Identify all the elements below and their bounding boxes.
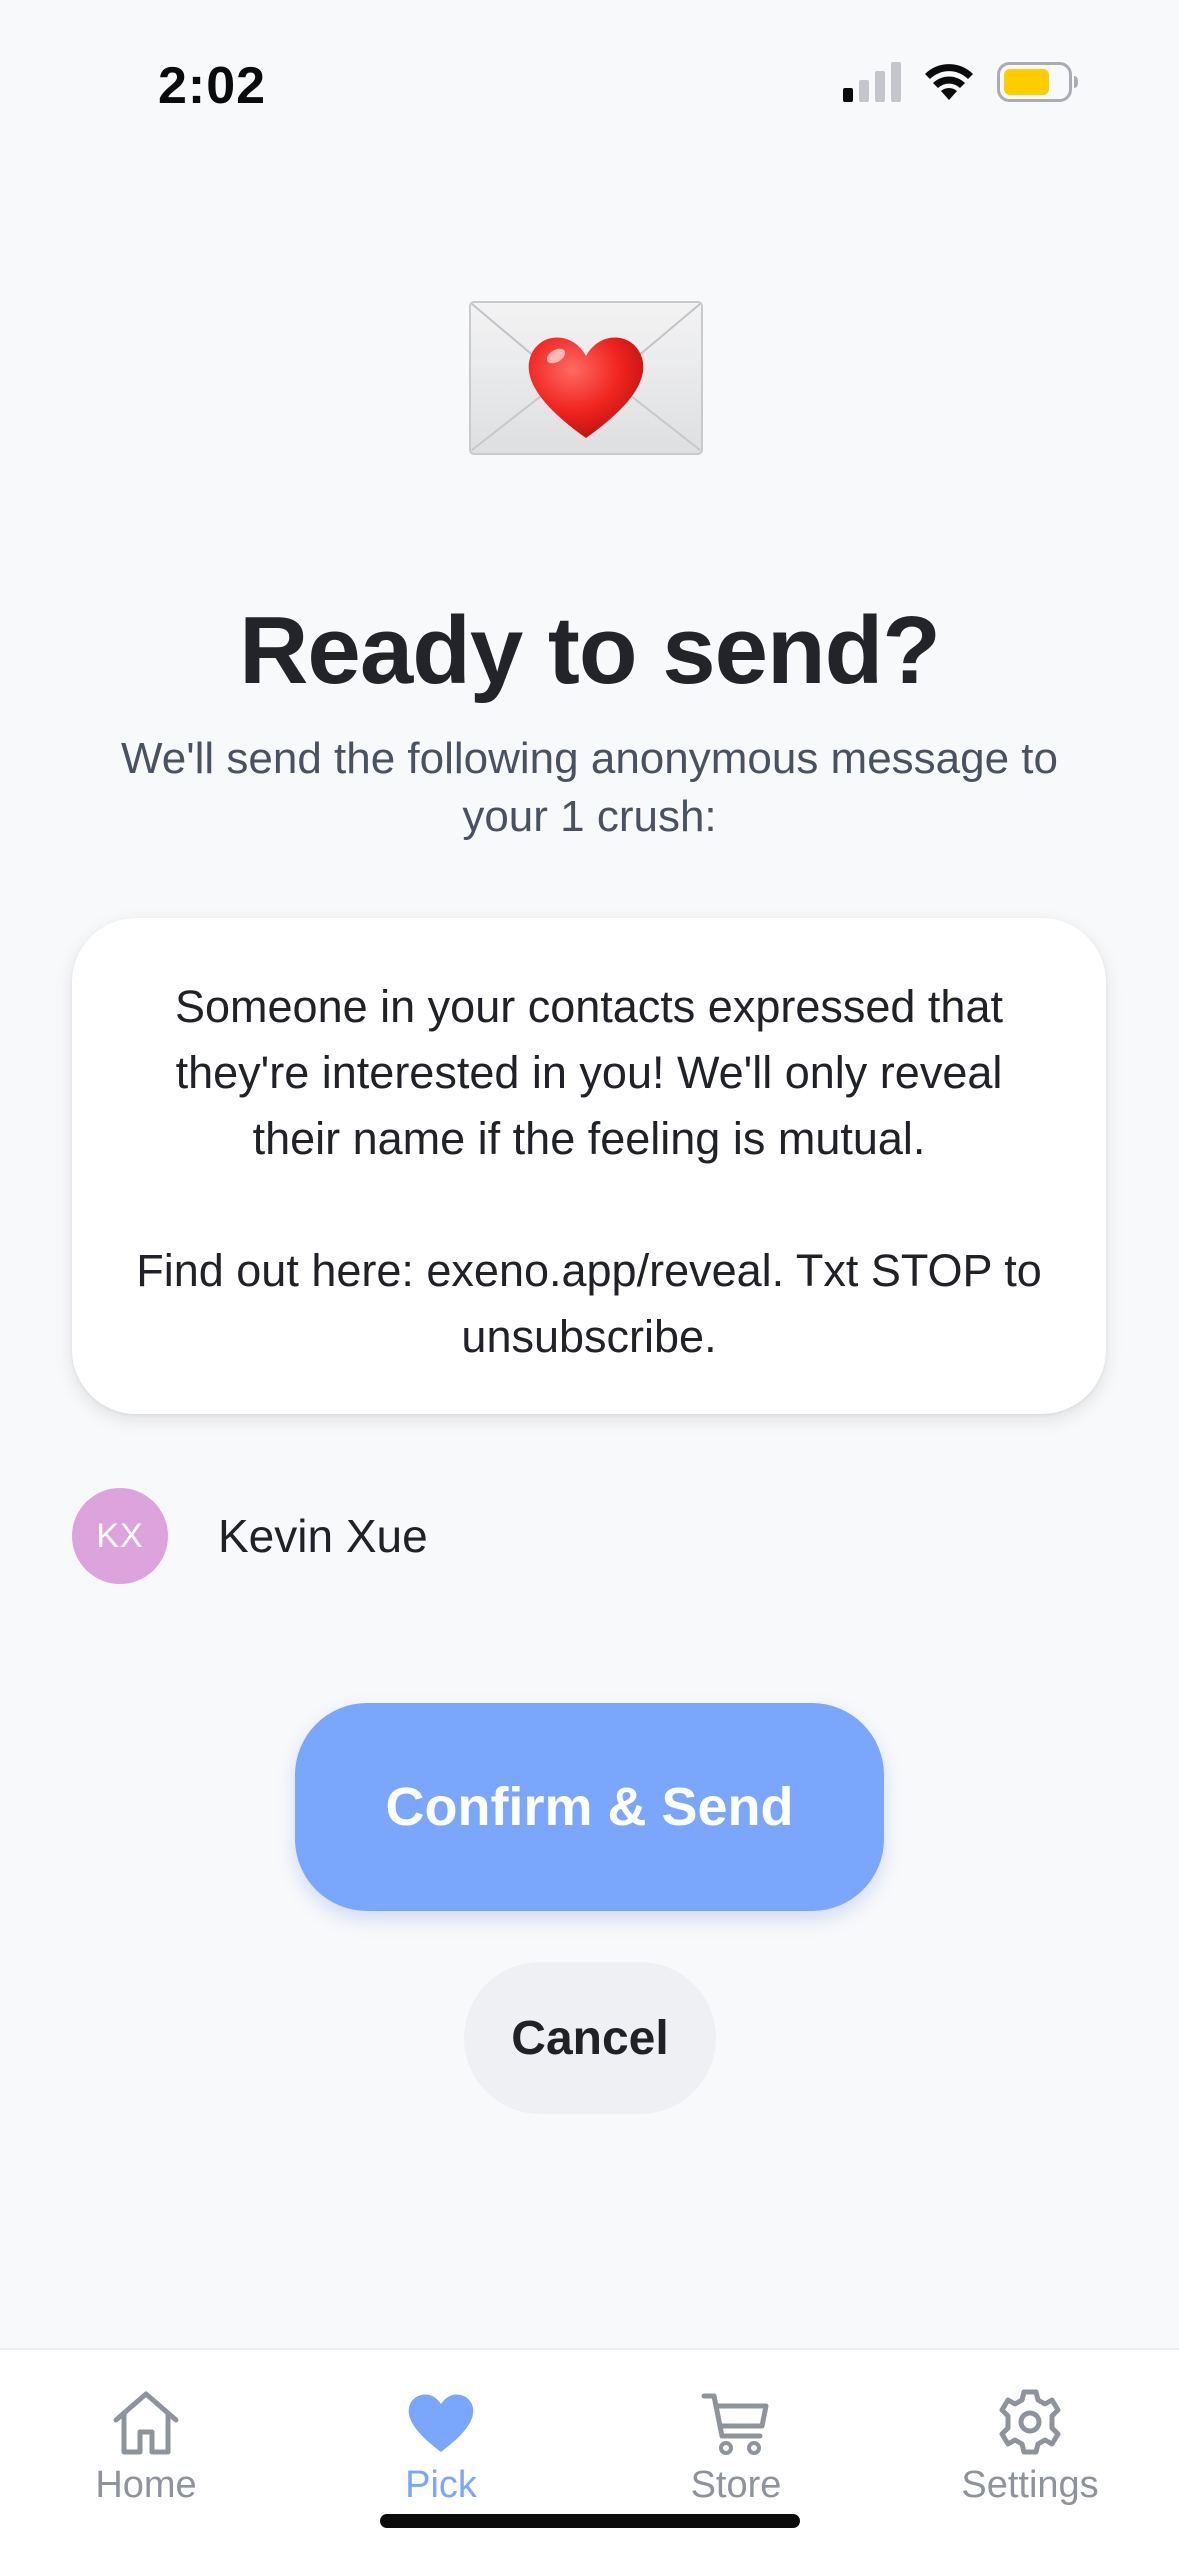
- recipient-name: Kevin Xue: [218, 1510, 428, 1562]
- love-letter-icon: [468, 300, 704, 456]
- tab-pick[interactable]: Pick: [341, 2386, 541, 2507]
- wifi-icon: [925, 64, 973, 100]
- cancel-button[interactable]: Cancel: [464, 1962, 716, 2114]
- recipient-row: KX Kevin Xue: [72, 1488, 428, 1584]
- heart-icon: [408, 2394, 474, 2452]
- tab-store[interactable]: Store: [636, 2386, 836, 2507]
- message-preview-card: Someone in your contacts expressed that …: [72, 918, 1106, 1414]
- tab-home[interactable]: Home: [46, 2386, 246, 2507]
- page-title: Ready to send?: [239, 597, 941, 704]
- tab-home-label: Home: [95, 2464, 197, 2506]
- screen: 2:02 Ready to send? We'll send the follo…: [0, 0, 1179, 2556]
- cellular-signal-icon: [843, 62, 901, 102]
- status-time: 2:02: [158, 57, 267, 115]
- tab-pick-label: Pick: [405, 2464, 477, 2506]
- tab-settings-label: Settings: [961, 2464, 1099, 2506]
- page-subtitle: We'll send the following anonymous messa…: [121, 734, 1058, 841]
- tab-settings[interactable]: Settings: [930, 2386, 1130, 2507]
- avatar: KX: [72, 1488, 168, 1584]
- tab-store-label: Store: [690, 2464, 782, 2506]
- home-icon: [113, 2391, 179, 2455]
- cart-icon: [701, 2393, 769, 2455]
- battery-icon: [997, 62, 1078, 102]
- home-indicator: [380, 2514, 800, 2528]
- message-paragraph-2: Find out here: exeno.app/reveal. Txt STO…: [136, 1245, 1042, 1362]
- message-paragraph-1: Someone in your contacts expressed that …: [175, 981, 1003, 1164]
- status-icons: [843, 62, 1079, 102]
- status-bar: 2:02: [0, 0, 1179, 140]
- confirm-send-button[interactable]: Confirm & Send: [295, 1703, 884, 1911]
- gear-icon: [999, 2389, 1061, 2455]
